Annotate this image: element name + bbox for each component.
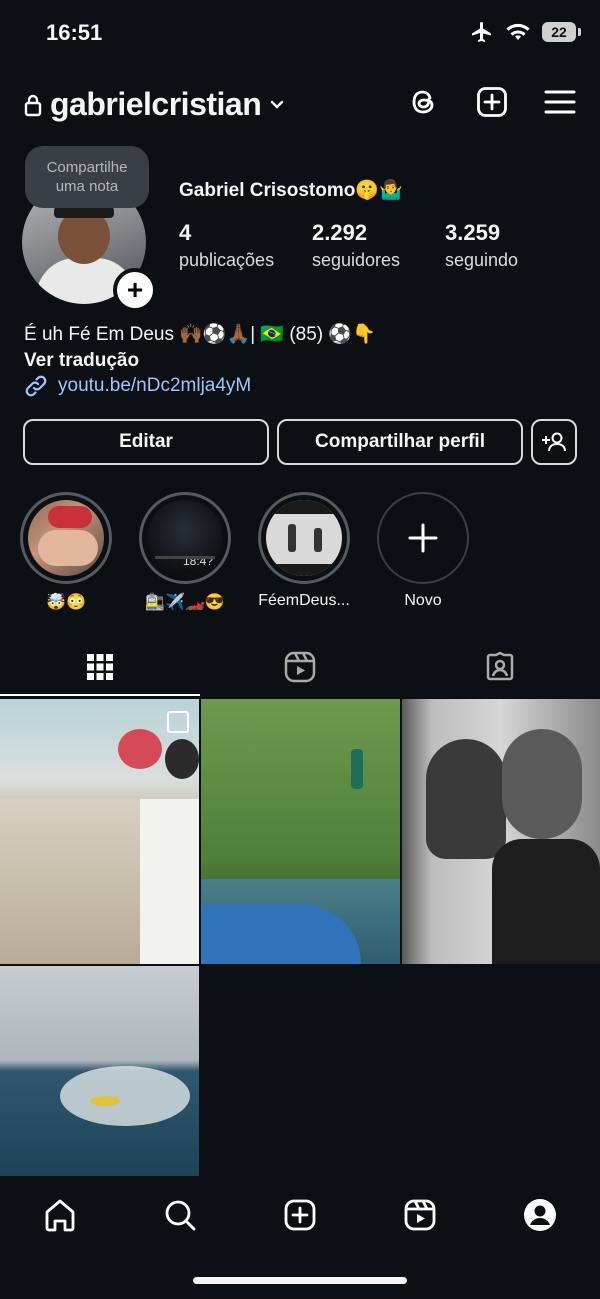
highlight-3[interactable]: FéemDeus... <box>258 492 350 610</box>
add-story-button[interactable]: + <box>113 268 157 312</box>
edit-profile-button[interactable]: Editar <box>23 419 269 465</box>
stat-label: seguindo <box>445 250 519 270</box>
plus-square-icon[interactable] <box>283 1198 317 1232</box>
bio: É uh Fé Em Deus 🙌🏾⚽🙏🏾| 🇧🇷 (85) ⚽👇 Ver tr… <box>24 322 376 374</box>
post-4[interactable] <box>0 966 199 1176</box>
battery-indicator: 22 <box>542 22 581 42</box>
highlight-2[interactable]: 18:4? 🚉✈️🏎️😎 <box>139 492 231 612</box>
profile-tabs <box>0 640 600 694</box>
tab-posts[interactable] <box>0 640 200 694</box>
link-icon <box>25 375 47 397</box>
tab-tagged[interactable] <box>400 640 600 694</box>
highlight-1[interactable]: 🤯😳 <box>20 492 112 612</box>
bottom-nav <box>0 1180 600 1250</box>
stat-value: 4 <box>179 220 192 245</box>
stat-label: seguidores <box>312 250 401 270</box>
add-person-icon <box>542 432 566 452</box>
lock-icon <box>24 94 42 116</box>
note-line-1: Compartilhe <box>46 159 128 176</box>
airplane-icon <box>472 22 491 42</box>
profile-icon[interactable] <box>523 1198 557 1232</box>
header-actions <box>408 86 576 118</box>
search-icon[interactable] <box>163 1198 197 1232</box>
stat-following[interactable]: 3.259 seguindo <box>445 220 518 271</box>
active-tab-indicator <box>0 694 200 696</box>
share-profile-button[interactable]: Compartilhar perfil <box>277 419 523 465</box>
threads-icon[interactable] <box>408 86 440 118</box>
highlight-label: Novo <box>404 592 442 609</box>
hamburger-menu-icon[interactable] <box>544 89 576 115</box>
translate-link[interactable]: Ver tradução <box>24 348 376 374</box>
highlight-label: FéemDeus... <box>258 592 350 609</box>
stat-value: 3.259 <box>445 220 501 245</box>
note-line-2: uma nota <box>55 178 119 195</box>
bio-link[interactable]: youtu.be/nDc2mlja4yM <box>24 374 251 398</box>
highlight-label: 🤯😳 <box>46 594 86 611</box>
grid-icon <box>87 654 113 680</box>
highlight-label: 🚉✈️🏎️😎 <box>145 594 225 611</box>
chevron-down-icon <box>271 100 284 109</box>
stat-followers[interactable]: 2.292 seguidores <box>312 220 400 271</box>
account-switcher[interactable]: gabrielcristian <box>24 86 285 123</box>
plus-icon: + <box>126 274 144 305</box>
post-3[interactable] <box>402 699 600 964</box>
stat-posts[interactable]: 4 publicações <box>179 220 274 271</box>
reels-icon <box>284 651 316 683</box>
full-name: Gabriel Crisostomo🤫🤷‍♂️ <box>179 180 403 201</box>
post-1[interactable] <box>0 699 199 964</box>
tab-reels[interactable] <box>200 640 400 694</box>
note-bubble[interactable]: Compartilhe uma nota <box>25 146 149 208</box>
home-icon[interactable] <box>43 1198 77 1232</box>
bio-text: É uh Fé Em Deus 🙌🏾⚽🙏🏾| 🇧🇷 (85) ⚽👇 <box>24 324 376 345</box>
status-time: 16:51 <box>46 20 103 45</box>
plus-square-icon[interactable] <box>476 86 508 118</box>
reels-icon[interactable] <box>403 1198 437 1232</box>
stat-value: 2.292 <box>312 220 368 245</box>
link-text: youtu.be/nDc2mlja4yM <box>58 375 252 396</box>
carousel-icon <box>167 711 189 733</box>
stat-label: publicações <box>179 250 275 270</box>
home-indicator <box>193 1277 407 1284</box>
status-icons: 22 <box>470 20 581 44</box>
username: gabrielcristian <box>50 86 262 122</box>
wifi-icon <box>506 23 530 40</box>
post-2[interactable] <box>201 699 400 964</box>
discover-people-button[interactable] <box>531 419 577 465</box>
new-highlight-button[interactable]: Novo <box>377 492 469 610</box>
plus-icon <box>408 523 438 553</box>
tagged-icon <box>486 651 514 681</box>
